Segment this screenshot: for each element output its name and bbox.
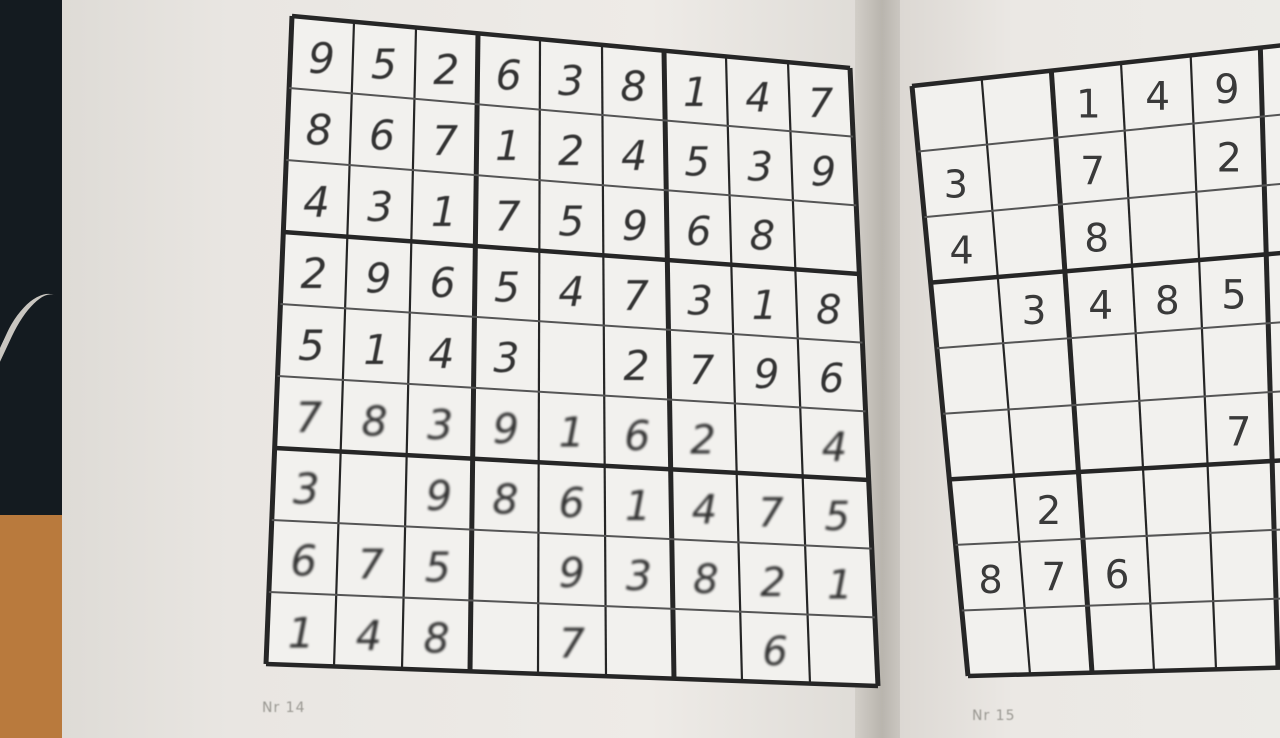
left-sudoku-cell-digit: 2 bbox=[301, 249, 328, 298]
right-sudoku-cell-digit: 3 bbox=[944, 162, 968, 206]
left-sudoku-cell-digit: 9 bbox=[308, 34, 335, 83]
left-sudoku-cell-digit: 7 bbox=[559, 619, 585, 667]
left-sudoku-cell-digit: 8 bbox=[492, 475, 518, 523]
puzzle-number-right: Nr 15 bbox=[972, 708, 1016, 724]
left-sudoku-cell-digit: 7 bbox=[495, 193, 521, 241]
left-sudoku-cell-digit: 6 bbox=[624, 412, 650, 460]
left-sudoku-cell-digit: 1 bbox=[827, 563, 852, 609]
left-sudoku-cell-digit: 2 bbox=[760, 560, 785, 606]
left-sudoku-cell-digit: 3 bbox=[367, 183, 393, 231]
left-sudoku-cell-digit: 1 bbox=[495, 122, 521, 170]
left-sudoku-cell-digit: 1 bbox=[752, 283, 777, 329]
left-sudoku-cell-digit: 7 bbox=[358, 540, 384, 588]
left-sudoku-cell-digit: 9 bbox=[426, 472, 452, 520]
left-sudoku-cell-digit: 1 bbox=[363, 326, 389, 374]
left-sudoku-cell-digit: 3 bbox=[558, 57, 584, 105]
left-sudoku-cell-digit: 6 bbox=[290, 536, 317, 585]
right-sudoku-cell-digit: 3 bbox=[1022, 289, 1047, 334]
right-sudoku-cell-digit: 2 bbox=[1216, 135, 1241, 181]
left-sudoku-cell-digit: 8 bbox=[693, 557, 718, 603]
left-sudoku-cell-digit: 4 bbox=[303, 177, 330, 226]
left-sudoku-cell-digit: 8 bbox=[306, 106, 333, 155]
sudoku-grid-left: 9 5 2 6 3 8 1 4 78 6 7 1 2 4 5 3 94 3 1 7 5 9 6 82 9 6 5 4 7 3 1 85 1 4 3 2… bbox=[263, 13, 881, 689]
left-sudoku-cell-digit: 7 bbox=[689, 348, 715, 394]
right-sudoku-cell-digit: 8 bbox=[1084, 217, 1109, 262]
left-sudoku-cell-digit: 5 bbox=[371, 40, 397, 88]
right-sudoku-cell-digit: 7 bbox=[1080, 149, 1105, 194]
left-sudoku-cell-digit: 7 bbox=[295, 393, 322, 442]
left-sudoku-cell-digit: 3 bbox=[293, 465, 320, 514]
right-sudoku-cell-digit: 8 bbox=[1155, 279, 1180, 324]
left-sudoku-cell-digit: 1 bbox=[625, 482, 651, 530]
left-sudoku-cell-digit: 8 bbox=[361, 397, 387, 445]
left-sudoku-cell-digit: 7 bbox=[808, 81, 834, 127]
left-sudoku-cell-digit: 7 bbox=[623, 272, 649, 320]
right-sudoku-cell-digit: 8 bbox=[979, 558, 1003, 602]
right-sudoku-cell-digit: 7 bbox=[1041, 555, 1066, 600]
left-sudoku-cell-digit: 6 bbox=[369, 112, 395, 160]
left-sudoku-cell-digit: 5 bbox=[425, 543, 451, 591]
left-sudoku-cell-digit: 4 bbox=[692, 487, 717, 533]
left-sudoku-cell-digit: 8 bbox=[750, 214, 775, 260]
right-sudoku-cell-digit: 1 bbox=[1076, 82, 1101, 127]
left-sudoku-cell-digit: 4 bbox=[621, 132, 647, 180]
left-sudoku-cell-digit: 6 bbox=[430, 259, 456, 307]
left-sudoku-cell-digit: 3 bbox=[626, 552, 652, 600]
left-sudoku-cell-digit: 5 bbox=[685, 139, 710, 185]
left-sudoku-cell-digit: 1 bbox=[431, 188, 457, 236]
right-sudoku-cell-digit: 9 bbox=[1214, 67, 1239, 113]
right-sudoku-cell-digit: 4 bbox=[950, 228, 974, 272]
left-sudoku-cell-digit: 6 bbox=[686, 209, 711, 255]
left-sudoku-cell-digit: 5 bbox=[494, 263, 520, 311]
left-sudoku-cell-digit: 6 bbox=[559, 479, 585, 527]
left-sudoku-cell-digit: 4 bbox=[558, 268, 584, 316]
sudoku-grid-right: 1 4 93 7 24 83 4 8 5728 7 6 bbox=[909, 43, 1280, 679]
left-sudoku-cell-digit: 9 bbox=[365, 255, 391, 303]
right-sudoku-cell-digit: 5 bbox=[1221, 273, 1246, 319]
left-sudoku-cell-digit: 2 bbox=[623, 342, 649, 390]
left-sudoku-cell-digit: 8 bbox=[424, 614, 450, 662]
left-sudoku-cell-digit: 8 bbox=[816, 287, 841, 333]
left-sudoku-cell-digit: 6 bbox=[496, 51, 522, 99]
left-sudoku-cell-digit: 4 bbox=[822, 425, 847, 471]
left-sudoku-cell-digit: 7 bbox=[432, 117, 458, 165]
left-sudoku-cell-digit: 5 bbox=[824, 494, 849, 540]
left-sudoku-cell-digit: 9 bbox=[559, 549, 585, 597]
left-sudoku-cell-digit: 9 bbox=[754, 352, 779, 398]
left-sudoku-cell-digit: 4 bbox=[745, 75, 770, 121]
left-sudoku-cell-digit: 2 bbox=[433, 46, 459, 94]
left-sudoku-cell-digit: 3 bbox=[748, 144, 773, 190]
left-sudoku-cell-digit: 9 bbox=[622, 202, 648, 250]
left-sudoku-cell-digit: 7 bbox=[758, 491, 784, 537]
left-sudoku-cell-digit: 9 bbox=[811, 150, 836, 196]
left-sudoku-cell-digit: 2 bbox=[690, 418, 715, 464]
left-sudoku-cell-digit: 3 bbox=[427, 401, 453, 449]
right-sudoku-cell-digit: 7 bbox=[1226, 410, 1251, 456]
right-sudoku-cell-digit: 2 bbox=[1036, 489, 1061, 534]
left-sudoku-cell-digit: 6 bbox=[819, 356, 844, 402]
sudoku-grids: 9 5 2 6 3 8 1 4 78 6 7 1 2 4 5 3 94 3 1 7 5 9 6 82 9 6 5 4 7 3 1 85 1 4 3 2… bbox=[263, 13, 1280, 689]
left-sudoku-cell-digit: 6 bbox=[762, 629, 787, 675]
left-sudoku-cell-digit: 3 bbox=[493, 334, 519, 382]
left-sudoku-cell-digit: 2 bbox=[558, 127, 584, 175]
right-sudoku-cell-digit: 6 bbox=[1105, 553, 1130, 598]
right-sudoku-cell-digit: 4 bbox=[1088, 284, 1113, 329]
left-sudoku-cell-digit: 4 bbox=[428, 330, 454, 378]
left-sudoku-cell-digit: 4 bbox=[356, 612, 382, 660]
left-sudoku-cell-digit: 9 bbox=[493, 405, 519, 453]
left-sudoku-cell-digit: 5 bbox=[298, 321, 325, 370]
left-sudoku-cell-digit: 3 bbox=[687, 279, 712, 325]
left-sudoku-cell-digit: 1 bbox=[288, 608, 315, 657]
left-sudoku-cell-digit: 1 bbox=[683, 70, 708, 116]
left-sudoku-cell-digit: 8 bbox=[620, 62, 646, 110]
puzzle-number-left: Nr 14 bbox=[262, 700, 306, 716]
left-sudoku-cell-digit: 5 bbox=[558, 197, 584, 245]
right-sudoku-cell-digit: 4 bbox=[1145, 75, 1170, 120]
left-sudoku-cell-digit: 1 bbox=[559, 408, 585, 456]
